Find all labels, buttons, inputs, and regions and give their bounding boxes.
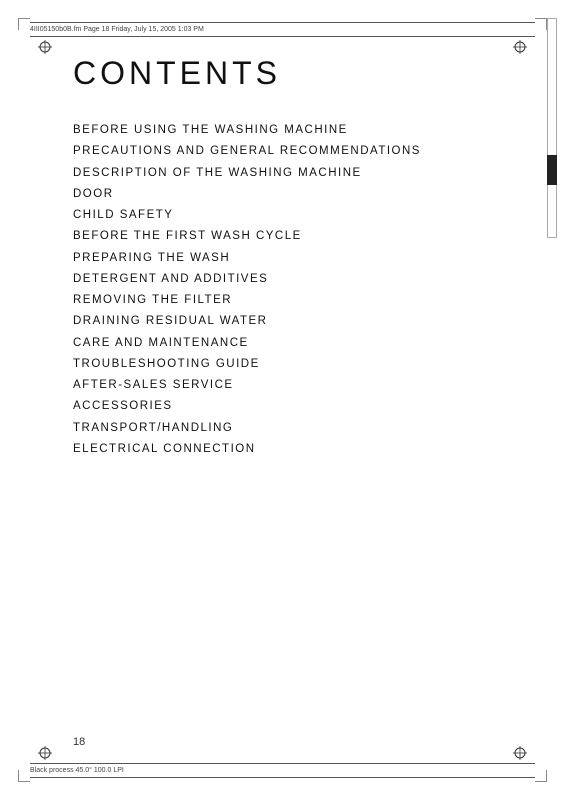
toc-item: ELECTRICAL CONNECTION bbox=[73, 441, 505, 458]
toc-item: REMOVING THE FILTER bbox=[73, 292, 505, 309]
toc-item: CARE AND MAINTENANCE bbox=[73, 335, 505, 352]
header-text: 4III05150b0B.fm Page 18 Friday, July 15,… bbox=[30, 26, 535, 33]
bottom-bar: Black process 45.0° 100.0 LPI bbox=[30, 763, 535, 778]
toc-item: DOOR bbox=[73, 186, 505, 203]
toc-item: ACCESSORIES bbox=[73, 398, 505, 415]
scrollbar-track[interactable] bbox=[547, 18, 557, 238]
toc-item: CHILD SAFETY bbox=[73, 207, 505, 224]
reg-mark-bottom-left bbox=[38, 746, 52, 760]
toc-item: DRAINING RESIDUAL WATER bbox=[73, 313, 505, 330]
reg-mark-top-right bbox=[513, 40, 527, 54]
toc-item: TROUBLESHOOTING GUIDE bbox=[73, 356, 505, 373]
crop-mark-top-left bbox=[18, 18, 30, 30]
main-content: CONTENTS BEFORE USING THE WASHING MACHIN… bbox=[73, 55, 505, 462]
crop-mark-bottom-left bbox=[18, 770, 30, 782]
crop-mark-bottom-right bbox=[535, 770, 547, 782]
toc-item: PRECAUTIONS AND GENERAL RECOMMENDATIONS bbox=[73, 143, 505, 160]
page-container: 4III05150b0B.fm Page 18 Friday, July 15,… bbox=[0, 0, 565, 800]
crop-mark-top-right bbox=[535, 18, 547, 30]
toc-item: DESCRIPTION OF THE WASHING MACHINE bbox=[73, 165, 505, 182]
scrollbar-thumb[interactable] bbox=[547, 155, 557, 185]
top-bar: 4III05150b0B.fm Page 18 Friday, July 15,… bbox=[30, 22, 535, 37]
page-number: 18 bbox=[73, 736, 85, 748]
toc-item: AFTER-SALES SERVICE bbox=[73, 377, 505, 394]
toc-item: BEFORE THE FIRST WASH CYCLE bbox=[73, 228, 505, 245]
toc-item: TRANSPORT/HANDLING bbox=[73, 420, 505, 437]
toc-item: PREPARING THE WASH bbox=[73, 250, 505, 267]
reg-mark-top-left bbox=[38, 40, 52, 54]
toc-item: BEFORE USING THE WASHING MACHINE bbox=[73, 122, 505, 139]
footer-text: Black process 45.0° 100.0 LPI bbox=[30, 767, 124, 774]
toc-item: DETERGENT AND ADDITIVES bbox=[73, 271, 505, 288]
reg-mark-bottom-right bbox=[513, 746, 527, 760]
toc-list: BEFORE USING THE WASHING MACHINE PRECAUTI… bbox=[73, 122, 505, 458]
page-title: CONTENTS bbox=[73, 55, 505, 92]
